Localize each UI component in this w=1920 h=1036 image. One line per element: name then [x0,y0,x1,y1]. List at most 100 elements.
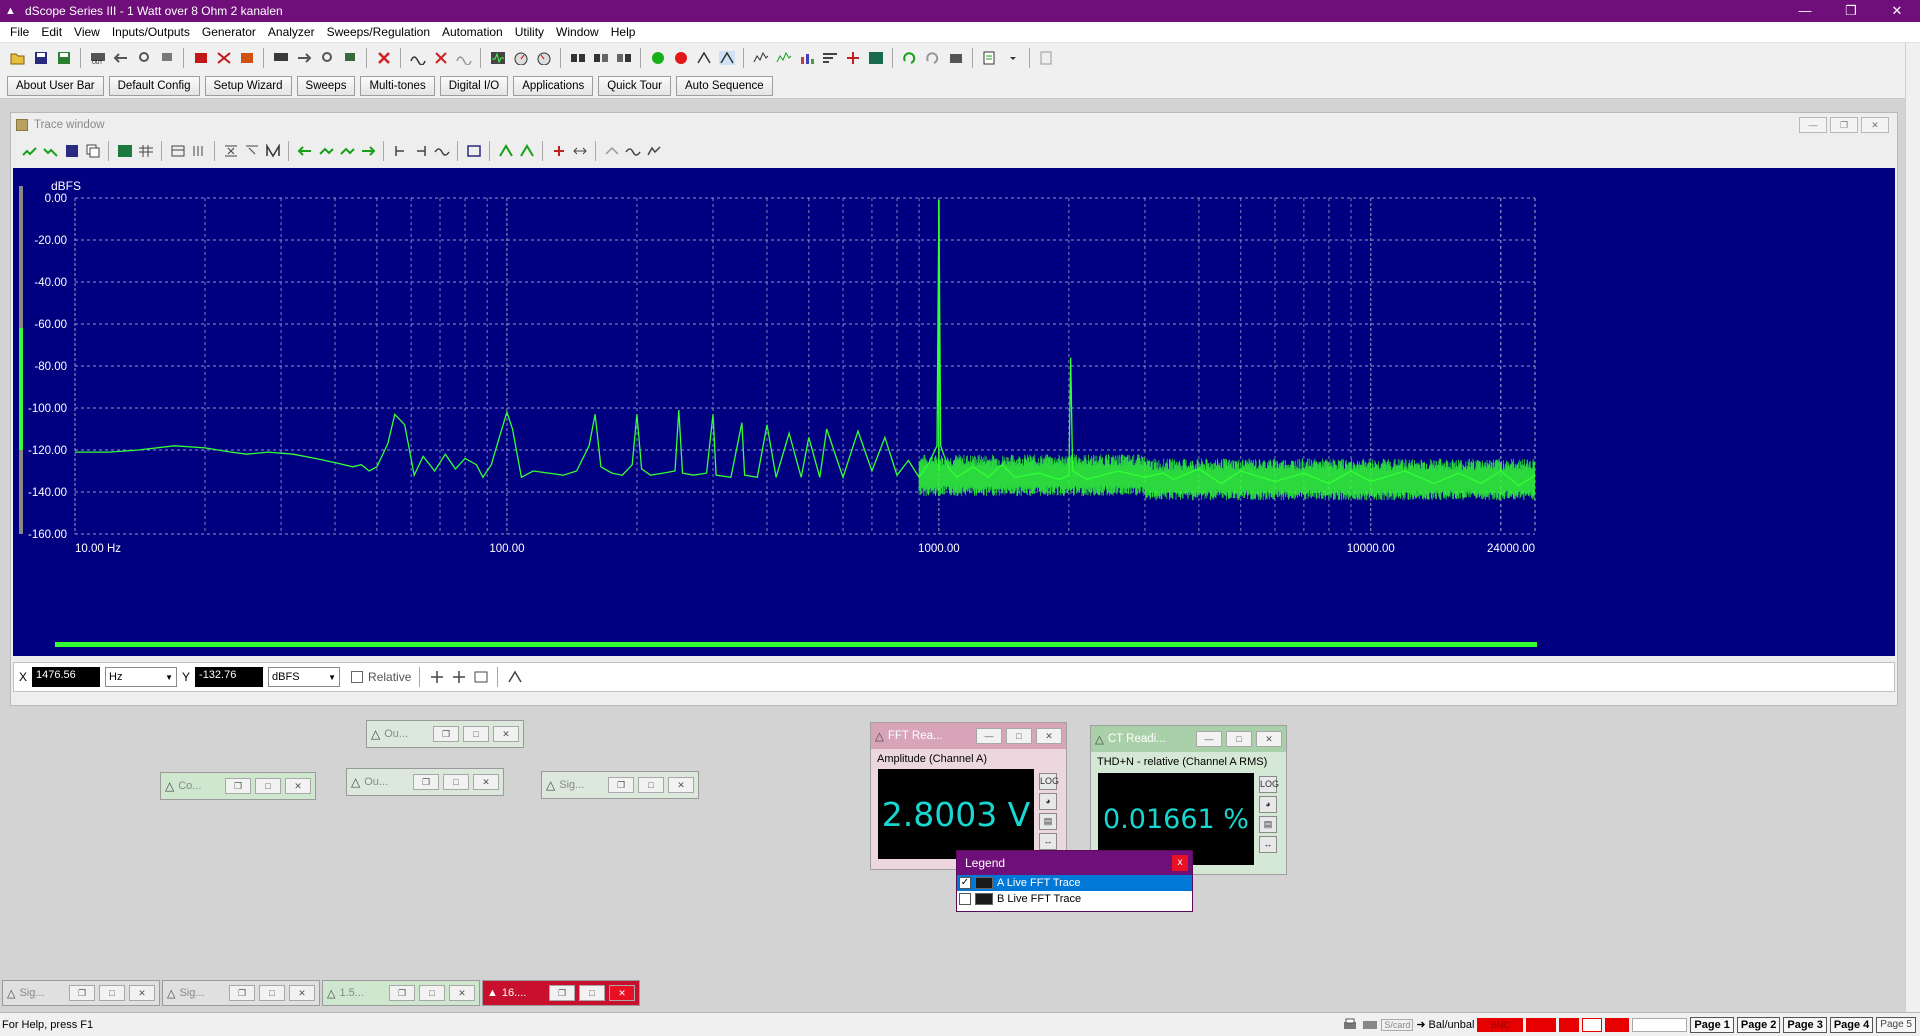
output-b-icon[interactable] [111,49,130,68]
printer-icon[interactable] [1341,1016,1358,1033]
cursor-snap-icon[interactable] [506,669,523,686]
generator-on-icon[interactable] [191,49,210,68]
report-icon[interactable] [980,49,999,68]
channel-toggle-icon[interactable] [497,143,514,160]
mini-restore-button[interactable]: ❐ [608,777,634,793]
cursor-next-icon[interactable] [359,143,376,160]
taskbar-window-1-5[interactable]: △ 1.5... ❐ □ ✕ [322,980,480,1006]
legend-item-b[interactable]: B Live FFT Trace [957,891,1192,907]
sweep-icon[interactable] [694,49,713,68]
default-config-button[interactable]: Default Config [108,75,200,96]
open-icon[interactable] [8,49,27,68]
loop-icon[interactable] [900,49,919,68]
fft-plot[interactable]: 0.00 -20.00 -40.00 -60.00 -80.00 -100.00 -120.… [13,168,1895,656]
display-icon[interactable] [866,49,885,68]
marker-a-icon[interactable] [391,143,408,160]
mini-maximize-button[interactable]: □ [463,726,489,742]
mini-close-button[interactable]: ✕ [668,777,694,793]
menu-inputs-outputs[interactable]: Inputs/Outputs [106,25,196,39]
chart-icon[interactable]: ▤ [1039,813,1057,830]
zoom-fit-icon[interactable] [264,143,281,160]
x-unit-select[interactable]: Hz ▼ [105,667,178,687]
mini-close-button[interactable]: ✕ [473,774,499,790]
cursor-grid-icon[interactable] [472,669,489,686]
trace-data-icon[interactable] [169,143,186,160]
mini-restore-button[interactable]: ❐ [413,774,439,790]
trace-save-icon[interactable] [63,143,80,160]
bars-icon[interactable] [797,49,816,68]
add-trace-icon[interactable] [550,143,567,160]
channel-swap-icon[interactable] [518,143,535,160]
scope-icon[interactable] [488,49,507,68]
mini-window-signal[interactable]: △ Sig... ❐ □ ✕ [541,771,699,799]
fft-icon[interactable] [751,49,770,68]
loop-off-icon[interactable] [923,49,942,68]
output-d-icon[interactable] [157,49,176,68]
input-d-icon[interactable] [340,49,359,68]
legend-close-button[interactable]: x [1172,855,1188,871]
taskbar-restore-button[interactable]: ❐ [389,985,415,1001]
trace-up-icon[interactable] [21,143,38,160]
minimize-button[interactable]: — [1782,0,1828,22]
mini-maximize-button[interactable]: □ [443,774,469,790]
x-value-field[interactable]: 1476.56 [32,667,101,687]
cursor-move-icon[interactable] [428,669,445,686]
run-green-icon[interactable] [648,49,667,68]
meter-b-icon[interactable] [534,49,553,68]
meter-icon[interactable] [511,49,530,68]
input-c-icon[interactable] [317,49,336,68]
trace-view-icon[interactable] [116,143,133,160]
menu-view[interactable]: View [68,25,106,39]
menu-edit[interactable]: Edit [35,25,68,39]
taskbar-restore-button[interactable]: ❐ [69,985,95,1001]
mini-maximize-button[interactable]: □ [638,777,664,793]
menu-automation[interactable]: Automation [436,25,509,39]
trace-minimize-button[interactable]: — [1799,117,1827,133]
mini-window-output-2[interactable]: △ Ou... ❐ □ ✕ [346,768,504,796]
log-icon[interactable]: LOG [1259,776,1279,793]
fft-close-button[interactable]: ✕ [1036,728,1062,744]
trace-copy-icon[interactable] [84,143,101,160]
setup-wizard-button[interactable]: Setup Wizard [204,75,292,96]
record-red-icon[interactable] [671,49,690,68]
digital-io-button[interactable]: Digital I/O [439,75,509,96]
legend-item-a[interactable]: ✓ A Live FFT Trace [957,875,1192,891]
taskbar-maximize-button[interactable]: □ [99,985,125,1001]
sweeps-button[interactable]: Sweeps [296,75,356,96]
menu-sweeps-regulation[interactable]: Sweeps/Regulation [321,25,436,39]
y-unit-select[interactable]: dBFS ▼ [268,667,341,687]
trace-down-icon[interactable] [42,143,59,160]
page-4-tab[interactable]: Page 4 [1829,1016,1874,1033]
channel-a-icon[interactable] [568,49,587,68]
taskbar-restore-button[interactable]: ❐ [229,985,255,1001]
levels-icon[interactable] [820,49,839,68]
vertical-scrollbar[interactable] [1905,43,1920,1018]
taskbar-close-button[interactable]: ✕ [289,985,315,1001]
export-icon[interactable] [465,143,482,160]
taskbar-window-sig-1[interactable]: △ Sig... ❐ □ ✕ [2,980,160,1006]
cursor-peak-icon[interactable] [338,143,355,160]
mini-close-button[interactable]: ✕ [285,778,311,794]
mini-restore-button[interactable]: ❐ [433,726,459,742]
save-all-icon[interactable] [54,49,73,68]
fft-minimize-button[interactable]: — [976,728,1002,744]
y-value-field[interactable]: -132.76 [195,667,264,687]
restore-button[interactable]: ❐ [1828,0,1874,22]
generator-mute-icon[interactable] [214,49,233,68]
trace-restore-button[interactable]: ❐ [1830,117,1858,133]
cursor-right-icon[interactable] [317,143,334,160]
trace-grid-icon[interactable] [137,143,154,160]
trace-close-button[interactable]: ✕ [1861,117,1889,133]
fft-b-icon[interactable] [774,49,793,68]
fft-maximize-button[interactable]: □ [1006,728,1032,744]
taskbar-close-button[interactable]: ✕ [449,985,475,1001]
legend-checkbox-a[interactable]: ✓ [959,877,971,889]
taskbar-window-sig-2[interactable]: △ Sig... ❐ □ ✕ [162,980,320,1006]
cursor-left-icon[interactable] [296,143,313,160]
taskbar-maximize-button[interactable]: □ [419,985,445,1001]
wave-b-icon[interactable] [454,49,473,68]
taskbar-close-button[interactable]: ✕ [609,985,635,1001]
keyboard-icon[interactable] [1361,1016,1378,1033]
expand-icon[interactable]: ↔ [1039,833,1057,850]
zoom-y-icon[interactable] [243,143,260,160]
